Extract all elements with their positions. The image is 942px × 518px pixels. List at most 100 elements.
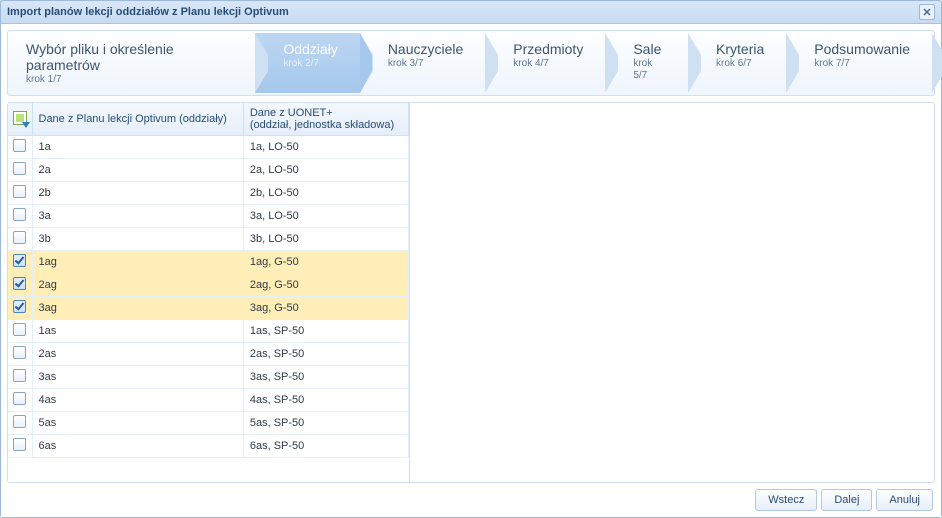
- table-row[interactable]: 3b3b, LO-50: [8, 228, 409, 251]
- cell-optivum: 5as: [32, 412, 243, 435]
- row-checkbox-cell: [8, 136, 32, 159]
- table-row[interactable]: 2a2a, LO-50: [8, 159, 409, 182]
- row-checkbox-cell: [8, 435, 32, 458]
- row-checkbox-cell: [8, 274, 32, 297]
- wizard-step-sub: krok 7/7: [814, 58, 850, 69]
- cell-optivum: 3b: [32, 228, 243, 251]
- dialog-window: Import planów lekcji oddziałów z Planu l…: [0, 0, 942, 518]
- wizard-step[interactable]: Wybór pliku i określenie parametrów krok…: [10, 33, 255, 93]
- wizard-step-title: Nauczyciele: [388, 41, 463, 57]
- wizard-step-sub: krok 6/7: [716, 58, 752, 69]
- cell-uonet: 3ag, G-50: [243, 297, 408, 320]
- row-checkbox[interactable]: [13, 415, 26, 428]
- wizard-step-title: Kryteria: [716, 41, 764, 57]
- wizard-step-title: Przedmioty: [513, 41, 583, 57]
- next-button[interactable]: Dalej: [821, 489, 872, 511]
- table-row[interactable]: 3as3as, SP-50: [8, 366, 409, 389]
- cell-optivum: 1ag: [32, 251, 243, 274]
- row-checkbox-cell: [8, 320, 32, 343]
- wizard-step-title: Wybór pliku i określenie parametrów: [26, 41, 233, 73]
- footer: Wstecz Dalej Anuluj: [7, 483, 935, 511]
- row-checkbox[interactable]: [13, 323, 26, 336]
- cell-uonet: 1as, SP-50: [243, 320, 408, 343]
- cell-uonet: 3b, LO-50: [243, 228, 408, 251]
- cell-uonet: 2ag, G-50: [243, 274, 408, 297]
- cell-uonet: 1a, LO-50: [243, 136, 408, 159]
- wizard-step-sub: krok 2/7: [283, 58, 319, 69]
- table-row[interactable]: 6as6as, SP-50: [8, 435, 409, 458]
- wizard-step-sub: krok 4/7: [513, 58, 549, 69]
- header-col1[interactable]: Dane z Planu lekcji Optivum (oddziały): [32, 103, 243, 136]
- wizard-step-sub: krok 3/7: [388, 58, 424, 69]
- table-row[interactable]: 2b2b, LO-50: [8, 182, 409, 205]
- cell-optivum: 2as: [32, 343, 243, 366]
- row-checkbox-cell: [8, 205, 32, 228]
- back-button[interactable]: Wstecz: [755, 489, 817, 511]
- row-checkbox-cell: [8, 389, 32, 412]
- cell-optivum: 3as: [32, 366, 243, 389]
- cell-optivum: 1a: [32, 136, 243, 159]
- row-checkbox[interactable]: [13, 438, 26, 451]
- cell-optivum: 6as: [32, 435, 243, 458]
- table-row[interactable]: 4as4as, SP-50: [8, 389, 409, 412]
- row-checkbox[interactable]: [13, 162, 26, 175]
- table-row[interactable]: 5as5as, SP-50: [8, 412, 409, 435]
- cancel-button[interactable]: Anuluj: [876, 489, 933, 511]
- main-area: Dane z Planu lekcji Optivum (oddziały) D…: [7, 102, 935, 483]
- wizard-step[interactable]: Oddziały krok 2/7: [255, 33, 359, 93]
- select-all-icon: [13, 111, 27, 125]
- wizard-steps: Wybór pliku i określenie parametrów krok…: [7, 30, 935, 96]
- row-checkbox-cell: [8, 297, 32, 320]
- cell-optivum: 4as: [32, 389, 243, 412]
- row-checkbox-cell: [8, 251, 32, 274]
- cell-uonet: 6as, SP-50: [243, 435, 408, 458]
- wizard-step-title: Sale: [633, 41, 666, 57]
- row-checkbox[interactable]: [13, 392, 26, 405]
- table-row[interactable]: 1a1a, LO-50: [8, 136, 409, 159]
- header-checkbox-col[interactable]: [8, 103, 32, 136]
- wizard-step-title: Podsumowanie: [814, 41, 910, 57]
- row-checkbox-cell: [8, 366, 32, 389]
- table-row[interactable]: 1as1as, SP-50: [8, 320, 409, 343]
- close-icon: [923, 8, 931, 16]
- table-row[interactable]: 2as2as, SP-50: [8, 343, 409, 366]
- row-checkbox-cell: [8, 228, 32, 251]
- dialog-content: Wybór pliku i określenie parametrów krok…: [1, 24, 941, 517]
- row-checkbox[interactable]: [13, 254, 26, 267]
- cell-optivum: 2b: [32, 182, 243, 205]
- cell-optivum: 1as: [32, 320, 243, 343]
- row-checkbox[interactable]: [13, 208, 26, 221]
- row-checkbox[interactable]: [13, 346, 26, 359]
- wizard-step[interactable]: Kryteria krok 6/7: [688, 33, 786, 93]
- cell-uonet: 2b, LO-50: [243, 182, 408, 205]
- cell-uonet: 4as, SP-50: [243, 389, 408, 412]
- row-checkbox[interactable]: [13, 139, 26, 152]
- row-checkbox[interactable]: [13, 369, 26, 382]
- table-row[interactable]: 3a3a, LO-50: [8, 205, 409, 228]
- row-checkbox[interactable]: [13, 300, 26, 313]
- wizard-step-sub: krok 1/7: [26, 74, 62, 85]
- row-checkbox[interactable]: [13, 231, 26, 244]
- right-panel: [410, 103, 934, 482]
- row-checkbox[interactable]: [13, 185, 26, 198]
- wizard-step[interactable]: Nauczyciele krok 3/7: [360, 33, 485, 93]
- wizard-step[interactable]: Podsumowanie krok 7/7: [786, 33, 932, 93]
- row-checkbox[interactable]: [13, 277, 26, 290]
- table-row[interactable]: 1ag1ag, G-50: [8, 251, 409, 274]
- grid-table: Dane z Planu lekcji Optivum (oddziały) D…: [8, 103, 409, 458]
- row-checkbox-cell: [8, 159, 32, 182]
- row-checkbox-cell: [8, 412, 32, 435]
- close-button[interactable]: [919, 4, 935, 20]
- row-checkbox-cell: [8, 182, 32, 205]
- table-row[interactable]: 3ag3ag, G-50: [8, 297, 409, 320]
- left-panel: Dane z Planu lekcji Optivum (oddziały) D…: [8, 103, 410, 482]
- table-row[interactable]: 2ag2ag, G-50: [8, 274, 409, 297]
- cell-uonet: 2a, LO-50: [243, 159, 408, 182]
- wizard-step[interactable]: Przedmioty krok 4/7: [485, 33, 605, 93]
- row-checkbox-cell: [8, 343, 32, 366]
- wizard-step-title: Oddziały: [283, 41, 337, 57]
- cell-uonet: 3as, SP-50: [243, 366, 408, 389]
- cell-optivum: 3ag: [32, 297, 243, 320]
- wizard-step-sub: krok 5/7: [633, 58, 652, 81]
- header-col2[interactable]: Dane z UONET+ (oddział, jednostka składo…: [243, 103, 408, 136]
